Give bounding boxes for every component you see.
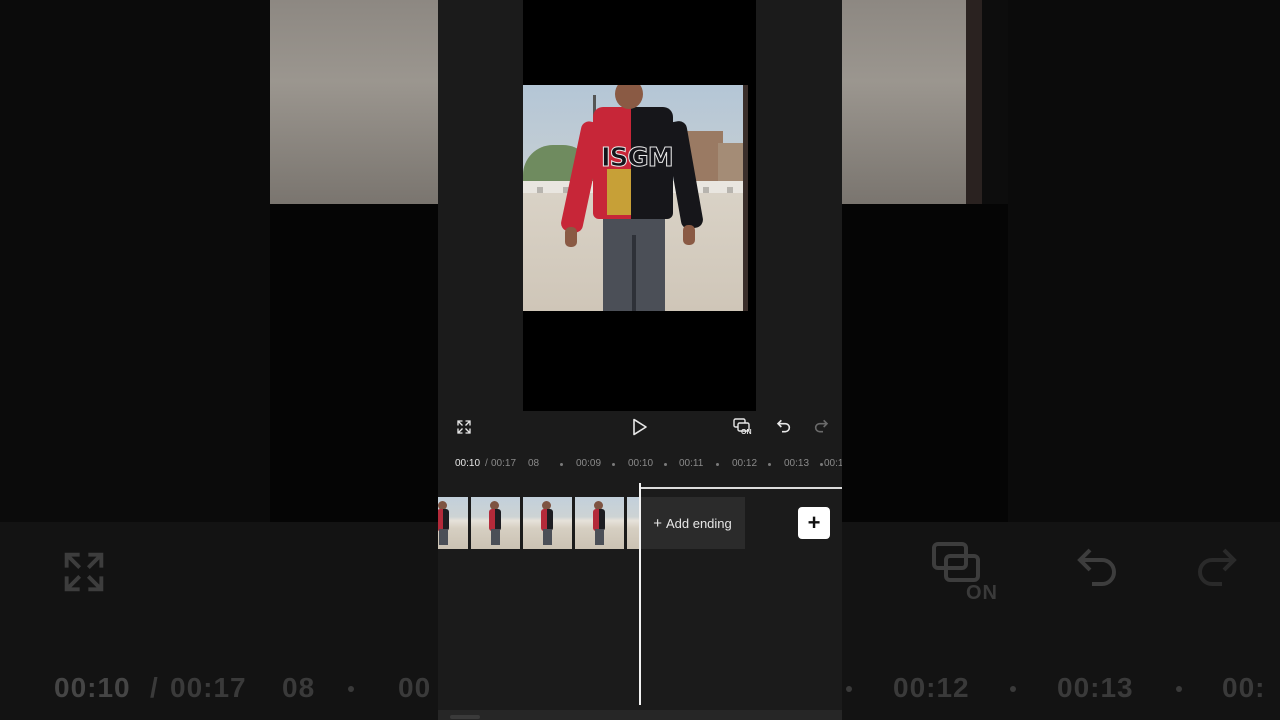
background-redo-icon [1198,548,1237,586]
ruler-tick-dot [768,463,771,466]
background-tick-dot [348,686,354,692]
redo-icon [814,419,829,433]
ruler-tick-label: 00:09 [576,458,602,469]
total-time: 00:17 [491,458,517,469]
play-button[interactable] [628,416,652,438]
original-sound-toggle[interactable]: ON [731,416,757,440]
time-ruler[interactable]: 08 00:09 00:10 00:11 00:12 00:13 00:1 [525,456,842,472]
background-canvas-left [270,204,438,522]
preview-person-hand [565,227,577,247]
add-clip-button[interactable]: + [798,507,830,539]
background-canvas-right [842,204,1008,522]
play-icon [633,418,647,436]
background-current-time: 00:10 [54,672,131,703]
background-tick-dot [1010,686,1016,692]
clip-thumbnail [575,497,624,549]
ruler-tick-label: 00:11 [679,458,704,469]
ruler-tick-dot [560,463,563,466]
add-ending-button[interactable]: + Add ending [640,497,745,549]
preview-jeans-gap [632,235,636,311]
ruler-tick-dot [664,463,667,466]
time-separator: / [485,458,488,469]
ruler-tick-label: 08 [528,458,540,469]
clip-thumbnail [438,497,468,549]
ruler-tick-dot [820,463,823,466]
ruler-tick-dot [612,463,615,466]
video-preview-frame[interactable]: ISGM [523,85,748,311]
clip-thumbnail [523,497,572,549]
original-sound-badge: ON [741,429,752,436]
playhead[interactable] [639,483,641,705]
background-tick-dot [1176,686,1182,692]
preview-hoodie-text: ISGM [601,143,675,174]
background-tick: 08 [282,672,316,703]
background-tick: 00:13 [1057,672,1134,703]
background-tick: 00: [1222,672,1266,703]
preview-hoodie-yellow [607,169,631,215]
fullscreen-button[interactable] [452,416,476,438]
background-photo-left [270,0,438,204]
preview-frame-edge [743,85,748,311]
bottom-panel-handle[interactable] [450,715,480,719]
current-time: 00:10 [455,458,481,469]
background-expand-icon [64,552,104,592]
background-total-time: 00:17 [170,672,247,703]
background-frame-edge [966,0,982,204]
ruler-tick-label: 00:13 [784,458,810,469]
add-ending-plus-icon: + [653,514,662,532]
bottom-panel-edge [438,710,842,720]
ruler-tick-dot [716,463,719,466]
redo-button[interactable] [810,416,832,438]
track-top-line [641,487,842,489]
background-time-separator: / [150,672,159,703]
background-photo-right [842,0,966,204]
background-tick: 00 [398,672,432,703]
ruler-tick-label: 00:10 [628,458,654,469]
background-undo-icon [1077,548,1116,586]
ruler-tick-label: 00:12 [732,458,758,469]
background-on-badge: ON [966,582,998,604]
background-tick: 00:12 [893,672,970,703]
ruler-tick-label: 00:1 [824,458,842,469]
background-tick-dot [846,686,852,692]
undo-button[interactable] [773,416,795,438]
undo-icon [776,419,791,433]
add-ending-label: Add ending [665,515,732,531]
clip-thumbnail [471,497,520,549]
video-clip[interactable] [438,497,640,549]
preview-person-hand [683,225,695,245]
expand-icon [457,420,471,434]
editor-screen: ISGM ON 00:10 / 00:17 08 00:09 00:10 00:… [438,0,842,720]
